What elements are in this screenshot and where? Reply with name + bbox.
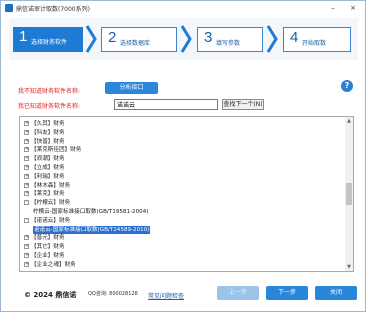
tree-item-label: 【企业】财务 — [31, 253, 65, 259]
collapse-icon[interactable]: - — [24, 200, 29, 206]
title-bar: 鼎信诺审计取数(7000系列) – × — [1, 1, 365, 15]
expand-icon[interactable]: + — [24, 173, 29, 179]
tree-item-label: 【科友】财务 — [31, 129, 65, 136]
window-title: 鼎信诺审计取数(7000系列) — [16, 6, 90, 13]
step-3: 3 填写参数 — [197, 27, 263, 52]
tree-item[interactable]: + 【莱克】财务 — [20, 190, 340, 198]
scrollbar-thumb[interactable] — [346, 183, 352, 205]
tree-item-label: 【莱克斯佳团】财务 — [31, 147, 82, 154]
tree-item[interactable]: + 【企业之魂】财务 — [20, 261, 340, 269]
chevron-right-icon — [180, 25, 192, 53]
step-label: 选择财务软件 — [31, 39, 68, 46]
tree-item-label: 诺诺云-国家标准接口取数(GB/T24589-2010) — [33, 225, 151, 234]
scroll-down-icon[interactable]: ▼ — [345, 263, 353, 271]
tree-item[interactable]: + 【林木森】财务 — [20, 182, 340, 190]
tree-item-label: 【柠檬云】财务 — [31, 200, 71, 207]
tree-item-label: 【快普】财务 — [31, 138, 65, 145]
tree-item[interactable]: + 【快普】财务 — [20, 138, 340, 146]
analyze-interface-button[interactable]: 分析接口 — [105, 82, 158, 94]
expand-icon[interactable]: + — [24, 261, 29, 267]
close-button[interactable]: 关闭 — [315, 286, 357, 300]
step-number: 4 — [290, 29, 299, 46]
next-button[interactable]: 下一步 — [266, 286, 308, 300]
tree-item-label: 【企业之魂】财务 — [31, 261, 76, 268]
chevron-right-icon — [85, 25, 97, 53]
chevron-right-icon — [266, 25, 278, 53]
step-label: 开始取数 — [302, 40, 327, 47]
step-1: 1 选择财务软件 — [13, 27, 83, 52]
tree-item[interactable]: + 【立成】财务 — [20, 164, 340, 172]
expand-icon[interactable]: + — [24, 156, 29, 162]
expand-icon[interactable]: + — [24, 244, 29, 250]
scroll-up-icon[interactable]: ▲ — [345, 117, 353, 125]
expand-icon[interactable]: + — [24, 191, 29, 197]
expand-icon[interactable]: + — [24, 165, 29, 170]
wizard-steps: 1 选择财务软件 2 选择数据库 3 填写参数 4 开始取数 — [9, 18, 358, 60]
expand-icon[interactable]: + — [24, 253, 29, 258]
software-tree[interactable]: + 【企业之魂】财务 + 【企业】财务 + 【其它】财务 + 【普元】财务 诺诺云-国家标准接口… — [19, 116, 354, 272]
find-next-button[interactable]: 查找下一个(N) — [222, 99, 264, 110]
tree-item[interactable]: + 【利瑞】财务 — [20, 173, 340, 181]
tree-item-label: 【其它】财务 — [31, 244, 65, 251]
step-number: 1 — [19, 28, 28, 45]
tree-item-label: 【诺诺云】财务 — [31, 217, 71, 224]
tree-scrollbar[interactable]: ▲ ▼ — [345, 117, 353, 271]
expand-icon[interactable]: + — [24, 121, 29, 126]
tree-item[interactable]: + 【莱克斯佳团】财务 — [20, 146, 340, 154]
step-number: 2 — [108, 29, 117, 46]
qq-contact: QQ咨询: 800028128 — [88, 291, 138, 297]
step-label: 选择数据库 — [120, 40, 151, 47]
tree-item-label: 【莱克】财务 — [31, 191, 65, 198]
tree-item-label: 【普元】财务 — [31, 235, 65, 242]
copyright-text: © 2024 鼎信诺 — [24, 291, 77, 299]
footer: © 2024 鼎信诺 QQ咨询: 800028128 常见问题检查 上一步 下一… — [9, 283, 358, 305]
expand-icon[interactable]: + — [24, 235, 29, 241]
tree-item[interactable]: + 【浪潮】财务 — [20, 155, 340, 163]
main-window: 鼎信诺审计取数(7000系列) – × 1 选择财务软件 2 选择数据库 3 填… — [0, 0, 366, 312]
expand-icon[interactable]: + — [24, 138, 29, 144]
tree-item-label: 【久其】财务 — [31, 121, 65, 127]
step-label: 填写参数 — [216, 40, 241, 47]
app-icon — [5, 4, 13, 12]
tree-item-label: 柠檬云-国家标准接口取数(GB/T19581-2004) — [33, 209, 149, 215]
tree-item[interactable]: 柠檬云-国家标准接口取数(GB/T19581-2004) — [20, 208, 340, 216]
tree-item[interactable]: 诺诺云-国家标准接口取数(GB/T24589-2010) — [20, 225, 340, 234]
step-number: 3 — [204, 29, 213, 46]
software-search-input[interactable] — [114, 99, 218, 110]
tree-item-label: 【立成】财务 — [31, 165, 65, 171]
tree-item-label: 【利瑞】财务 — [31, 173, 65, 180]
expand-icon[interactable]: + — [24, 147, 29, 153]
minimize-icon[interactable]: – — [327, 3, 339, 13]
collapse-icon[interactable]: - — [24, 217, 29, 223]
step-2: 2 选择数据库 — [101, 27, 177, 52]
expand-icon[interactable]: + — [24, 182, 29, 188]
tree-item[interactable]: + 【企业】财务 — [20, 252, 340, 260]
step-4: 4 开始取数 — [283, 27, 351, 52]
close-icon[interactable]: × — [347, 3, 359, 13]
tree-item[interactable]: + 【久其】财务 — [20, 120, 340, 128]
tree-item[interactable]: + 【普元】财务 — [20, 234, 340, 242]
faq-link[interactable]: 常见问题检查 — [148, 291, 184, 300]
unknown-software-label: 我不知道财务软件名称: — [18, 88, 81, 95]
tree-item[interactable]: - 【诺诺云】财务 — [20, 217, 340, 225]
tree-item-label: 【浪潮】财务 — [31, 156, 65, 163]
known-software-label: 我已知道财务软件名称: — [18, 103, 81, 110]
tree-item[interactable]: + 【其它】财务 — [20, 243, 340, 251]
tree-item[interactable]: - 【柠檬云】财务 — [20, 199, 340, 207]
expand-icon[interactable]: + — [24, 129, 29, 135]
prev-button[interactable]: 上一步 — [217, 286, 259, 300]
tree-item[interactable]: + 【科友】财务 — [20, 129, 340, 137]
tree-item-label: 【林木森】财务 — [31, 182, 71, 189]
help-icon[interactable]: ? — [341, 80, 353, 92]
